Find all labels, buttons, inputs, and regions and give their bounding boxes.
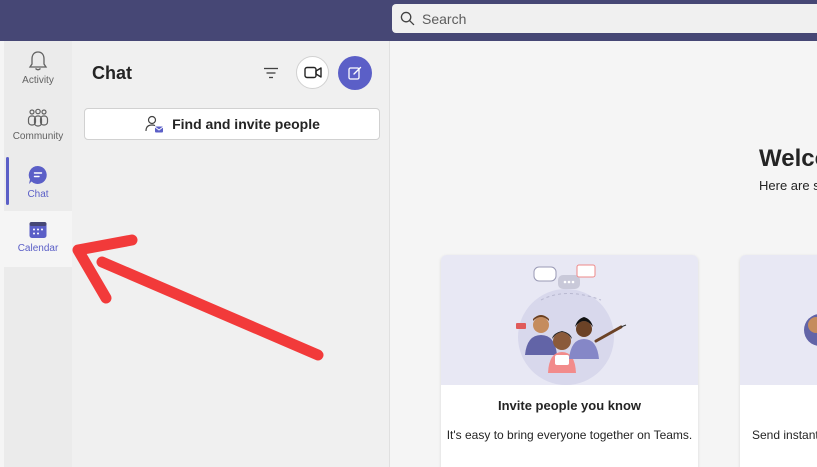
search-box[interactable]: Search (392, 4, 817, 33)
app-rail: Activity Community Chat Calendar (4, 41, 72, 467)
rail-label-calendar: Calendar (17, 243, 59, 254)
welcome-subtitle: Here are s (759, 178, 817, 193)
calendar-icon (29, 222, 47, 238)
search-placeholder: Search (422, 10, 467, 27)
card-description: It's easy to bring everyone together on … (446, 428, 693, 442)
main-content: Welco Here are s (391, 41, 817, 467)
filter-button[interactable] (260, 63, 282, 83)
chat-panel: Chat Find and invite people (72, 41, 390, 467)
invite-card[interactable]: Invite people you know It's easy to brin… (441, 255, 698, 467)
person-mail-icon (145, 115, 164, 133)
meet-now-button[interactable] (296, 56, 329, 89)
filter-icon (264, 67, 278, 79)
find-invite-people-button[interactable]: Find and invite people (84, 108, 380, 140)
card-description: Send instant (752, 428, 817, 442)
search-icon (400, 11, 415, 26)
invite-label: Find and invite people (172, 116, 320, 132)
bell-icon (28, 51, 48, 71)
card-title: Invite people you know (497, 398, 642, 413)
rail-item-community[interactable]: Community (4, 99, 72, 155)
rail-label-community: Community (12, 131, 64, 142)
community-icon (27, 108, 49, 127)
top-bar: Search (0, 0, 817, 41)
invite-illustration (441, 255, 698, 385)
new-chat-button[interactable] (338, 56, 372, 90)
chat-icon (28, 165, 47, 184)
rail-item-activity[interactable]: Activity (4, 41, 72, 97)
chat-title: Chat (92, 63, 132, 83)
card-illustration (740, 255, 817, 385)
rail-item-chat[interactable]: Chat (4, 155, 72, 211)
welcome-title: Welco (759, 145, 817, 172)
next-card[interactable]: Send instant (740, 255, 817, 467)
rail-label-activity: Activity (22, 75, 54, 86)
rail-label-chat: Chat (27, 189, 49, 200)
compose-icon (348, 66, 362, 80)
video-camera-icon (303, 66, 322, 79)
rail-item-calendar[interactable]: Calendar (4, 211, 72, 267)
